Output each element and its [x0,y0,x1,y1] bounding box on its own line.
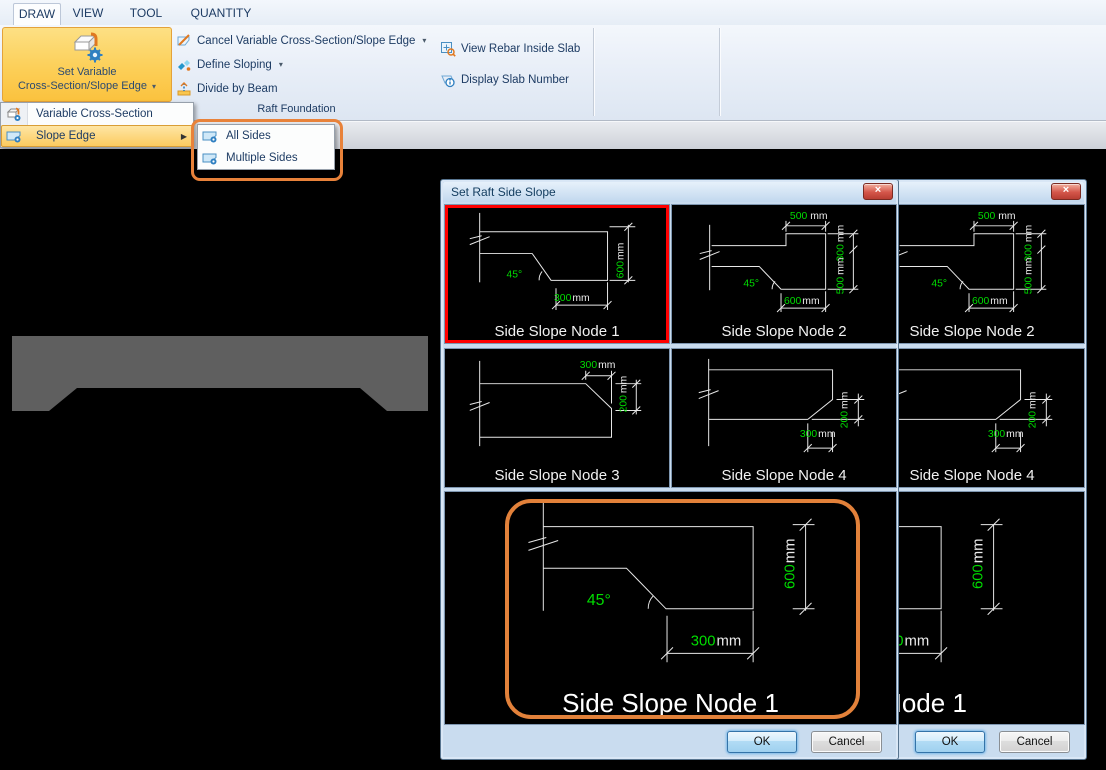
svg-text:300mm: 300mm [1023,225,1034,262]
submenu-arrow-icon: ▶ [181,132,187,141]
selected-node-preview[interactable]: 45° 300mm 600mm Side Slope Node 1 [444,491,897,725]
divide-by-beam-label: Divide by Beam [197,83,278,95]
ok-button[interactable]: OK [727,731,797,753]
multiple-sides-label: Multiple Sides [226,152,298,164]
svg-text:200mm: 200mm [839,392,850,429]
view-rebar-label: View Rebar Inside Slab [461,43,580,55]
variable-cross-section-icon [6,106,22,122]
dialog-set-raft-side-slope: Set Raft Side Slope × 45° 300mm 600mm Si… [440,179,899,760]
set-variable-label-line1: Set Variable [3,66,171,78]
raft-slab-cross-section[interactable] [12,336,428,411]
variable-cross-section-label: Variable Cross-Section [36,108,153,120]
define-sloping-label: Define Sloping [197,59,272,71]
svg-text:200mm: 200mm [1027,392,1038,429]
panel-caption: Side Slope Node 4 [672,467,896,484]
angle-label: 45° [506,269,522,280]
option-side-slope-node-2[interactable]: 45° 500mm 300mm 500mm 600mm Side Slope N… [671,204,897,344]
set-variable-label-line2: Cross-Section/Slope Edge [18,80,147,92]
cancel-button[interactable]: Cancel [811,731,882,753]
menu-item-variable-cross-section[interactable]: Variable Cross-Section [1,103,193,125]
panel-caption: Side Slope Node 1 [445,323,669,340]
tab-view[interactable]: VIEW [64,3,112,24]
svg-text:300mm: 300mm [800,429,836,440]
dropdown-arrow-icon: ▾ [279,60,283,69]
angle-label: 45° [587,592,611,609]
svg-text:200mm: 200mm [618,376,629,413]
angle-label: 45° [931,278,947,289]
option-side-slope-node-3[interactable]: 300mm 200mm Side Slope Node 3 [444,348,670,488]
angle-label: 45° [743,278,759,289]
svg-text:300mm: 300mm [835,225,846,262]
slope-edge-icon [6,128,22,144]
svg-text:300mm: 300mm [691,633,741,649]
svg-text:500mm: 500mm [835,258,846,295]
svg-text:500mm: 500mm [790,211,828,222]
ribbon-tab-bar: DRAW VIEW TOOL QUANTITY [0,0,1106,25]
svg-text:600mm: 600mm [972,296,1008,307]
submenu-item-all-sides[interactable]: All Sides [198,125,334,147]
svg-text:600mm: 600mm [783,539,799,589]
slope-edge-label: Slope Edge [36,130,95,142]
dropdown-arrow-icon: ▾ [422,36,426,45]
define-sloping-icon [176,57,192,73]
option-side-slope-node-4[interactable]: 300mm 200mm Side Slope Node 4 [671,348,897,488]
set-variable-cross-section-slope-edge-button[interactable]: Set Variable Cross-Section/Slope Edge ▾ [2,27,172,102]
divide-by-beam-button[interactable]: Divide by Beam [176,80,278,97]
option-side-slope-node-1[interactable]: 45° 300mm 600mm Side Slope Node 1 [444,204,670,344]
close-icon[interactable]: × [1051,183,1081,200]
panel-caption: Side Slope Node 2 [672,323,896,340]
view-rebar-inside-slab-button[interactable]: View Rebar Inside Slab [440,40,580,57]
svg-text:500mm: 500mm [978,211,1016,222]
svg-text:600mm: 600mm [971,539,987,589]
view-rebar-icon [440,41,456,57]
cancel-variable-label: Cancel Variable Cross-Section/Slope Edge [197,35,415,47]
menu-item-slope-edge[interactable]: Slope Edge ▶ [1,125,193,147]
ok-button[interactable]: OK [915,731,985,753]
display-slab-number-label: Display Slab Number [461,74,569,86]
define-sloping-button[interactable]: Define Sloping ▾ [176,56,283,73]
slope-edge-icon [202,128,218,144]
application-window: { "tab_bar": { "draw": "DRAW", "view": "… [0,0,1106,770]
tab-quantity[interactable]: QUANTITY [182,3,260,24]
display-slab-number-icon [440,72,456,88]
cancel-variable-icon [176,33,192,49]
svg-text:300mm: 300mm [988,429,1024,440]
svg-text:500mm: 500mm [1023,258,1034,295]
cancel-variable-cross-section-button[interactable]: Cancel Variable Cross-Section/Slope Edge… [176,32,426,49]
ribbon-group-separator [593,28,594,116]
divide-by-beam-icon [176,81,192,97]
submenu-item-multiple-sides[interactable]: Multiple Sides [198,147,334,169]
tab-draw[interactable]: DRAW [13,3,61,25]
slope-edge-icon [202,150,218,166]
svg-text:300mm: 300mm [580,360,616,371]
ribbon-group-separator [719,28,720,116]
panel-caption: Side Slope Node 1 [445,688,896,719]
slope-edge-submenu: All Sides Multiple Sides [197,124,335,170]
svg-text:600mm: 600mm [784,296,820,307]
set-variable-dropdown-menu: Variable Cross-Section Slope Edge ▶ [0,102,194,148]
dropdown-arrow-icon: ▾ [152,82,156,91]
close-icon[interactable]: × [863,183,893,200]
display-slab-number-button[interactable]: Display Slab Number [440,71,569,88]
svg-text:300mm: 300mm [554,293,590,304]
all-sides-label: All Sides [226,130,271,142]
set-variable-icon [69,32,105,64]
dialog-title: Set Raft Side Slope [451,185,556,199]
dialog-title-bar: Set Raft Side Slope [443,182,896,202]
svg-text:600mm: 600mm [615,243,626,279]
tab-tool[interactable]: TOOL [122,3,170,24]
cancel-button[interactable]: Cancel [999,731,1070,753]
panel-caption: Side Slope Node 3 [445,467,669,484]
